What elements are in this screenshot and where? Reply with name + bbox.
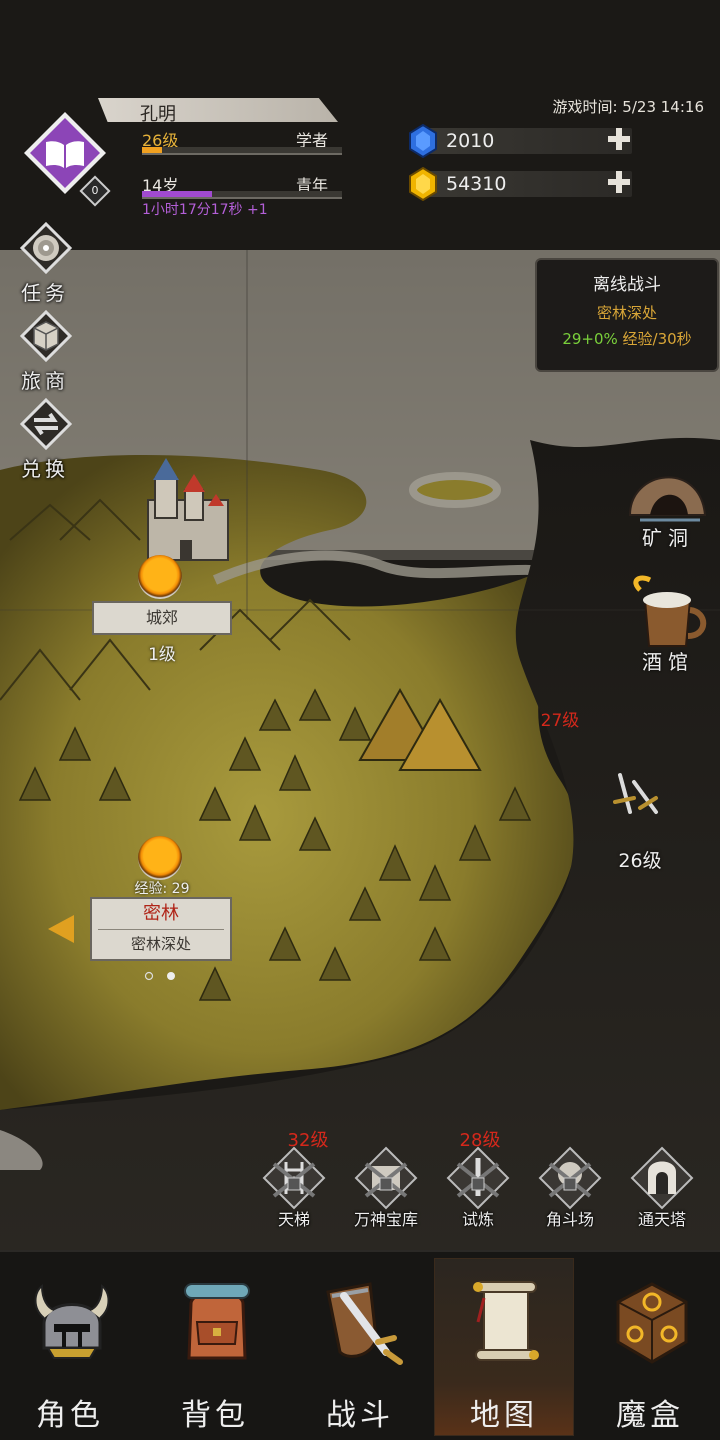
- unknown-zone-level: 27级: [540, 711, 580, 731]
- ladder-icon: [262, 1146, 326, 1210]
- nav-map[interactable]: 地图: [434, 1258, 574, 1436]
- quest-label: 任务: [21, 281, 69, 305]
- gem-currency: 2010: [409, 124, 632, 158]
- dungeon-tower[interactable]: 通天塔: [622, 1144, 702, 1229]
- forest-exp: 经验: 29: [134, 881, 190, 897]
- tower-label: 通天塔: [637, 1210, 686, 1229]
- dungeon-arena[interactable]: 角斗场: [530, 1144, 610, 1229]
- arena-icon: [538, 1146, 602, 1210]
- add-gold-button[interactable]: [606, 169, 632, 195]
- exchange-button[interactable]: 兑换: [10, 398, 80, 481]
- ladder-label: 天梯: [277, 1210, 310, 1229]
- treasury-icon: [354, 1146, 418, 1210]
- dungeon-trial[interactable]: 28级 试炼: [438, 1130, 518, 1229]
- nav-battle[interactable]: 战斗: [290, 1258, 430, 1436]
- nav-character[interactable]: 角色: [0, 1258, 140, 1436]
- player-name: 孔明: [140, 104, 176, 125]
- offline-battle-rate: 29+0% 经验/30秒: [562, 330, 692, 348]
- page-indicator: [144, 971, 175, 981]
- age-timer: 1小时17分17秒 +1: [142, 202, 268, 218]
- age-progress-bar: [142, 191, 342, 199]
- shield-sword-icon: [326, 1282, 403, 1365]
- prev-arrow-icon[interactable]: [46, 913, 76, 945]
- exchange-label: 兑换: [21, 457, 69, 481]
- forest-name: 密林: [98, 899, 224, 930]
- forest-sub: 密林深处: [130, 935, 191, 953]
- dungeon-treasury[interactable]: 万神宝库: [346, 1144, 426, 1229]
- dungeon-ladder[interactable]: 32级 天梯: [254, 1130, 334, 1229]
- quest-button[interactable]: 任务: [10, 222, 80, 305]
- tower-icon: [630, 1146, 694, 1210]
- arena-label: 角斗场: [545, 1210, 594, 1229]
- magic-box-icon: [616, 1282, 688, 1364]
- name-plate: [98, 98, 338, 122]
- trial-icon: [446, 1146, 510, 1210]
- nav-backpack-label: 背包: [181, 1398, 249, 1433]
- bottom-nav: 角色 背包 战斗 地图 魔盒: [0, 1250, 720, 1440]
- treasury-label: 万神宝库: [353, 1210, 418, 1229]
- nav-magic-box[interactable]: 魔盒: [580, 1258, 720, 1436]
- tavern-label: 酒馆: [642, 650, 694, 674]
- outskirts-name: 城郊: [145, 608, 178, 627]
- nav-character-label: 角色: [36, 1398, 104, 1433]
- tavern-location[interactable]: 酒馆: [628, 646, 708, 675]
- nav-backpack[interactable]: 背包: [145, 1258, 285, 1436]
- cave-label: 矿洞: [642, 526, 694, 550]
- exchange-icon: [20, 398, 72, 450]
- level-progress-bar: [142, 147, 342, 155]
- nav-battle-label: 战斗: [326, 1398, 394, 1433]
- nav-map-label: 地图: [470, 1398, 538, 1433]
- gem-amount: 2010: [446, 130, 495, 152]
- cave-location[interactable]: 矿洞: [628, 522, 708, 551]
- gold-gem-icon: [409, 167, 437, 201]
- gold-currency: 54310: [409, 167, 632, 201]
- forest-plate[interactable]: 密林 密林深处: [90, 897, 232, 961]
- scroll-map-icon: [473, 1281, 539, 1361]
- helmet-icon: [34, 1283, 110, 1359]
- outskirts-marker[interactable]: [138, 555, 182, 599]
- blue-gem-icon: [409, 124, 437, 158]
- merchant-box-icon: [20, 310, 72, 362]
- backpack-icon: [184, 1283, 250, 1360]
- offline-battle-location: 密林深处: [596, 304, 657, 322]
- outskirts-plate[interactable]: 城郊: [92, 601, 232, 635]
- gold-amount: 54310: [446, 173, 507, 195]
- merchant-label: 旅商: [21, 369, 69, 393]
- offline-battle-title: 离线战斗: [593, 275, 661, 295]
- nav-magic-box-label: 魔盒: [616, 1398, 684, 1433]
- offline-battle-panel[interactable]: 离线战斗 密林深处 29+0% 经验/30秒: [535, 258, 719, 372]
- battle-zone-level[interactable]: 26级: [600, 846, 680, 873]
- add-gem-button[interactable]: [606, 126, 632, 152]
- game-time: 游戏时间: 5/23 14:16: [552, 98, 704, 116]
- forest-marker[interactable]: [138, 836, 182, 880]
- trial-label: 试炼: [461, 1210, 494, 1229]
- outskirts-level: 1级: [148, 645, 176, 665]
- merchant-button[interactable]: 旅商: [10, 310, 80, 393]
- quest-target-icon: [20, 222, 72, 274]
